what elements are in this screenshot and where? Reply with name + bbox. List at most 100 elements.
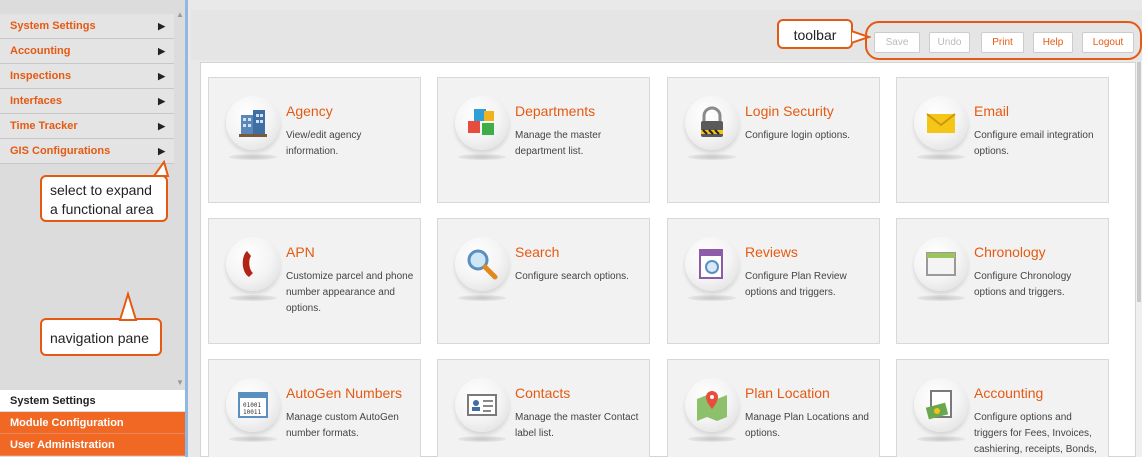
nav-item-gis-configurations[interactable]: GIS Configurations ▶	[0, 139, 174, 164]
phone-icon	[226, 237, 280, 291]
icon-shadow	[229, 154, 277, 160]
nav-section-user-administration[interactable]: User Administration	[0, 434, 185, 456]
card-title: Departments	[515, 103, 596, 119]
card-title: Reviews	[745, 244, 798, 260]
svg-text:01001: 01001	[243, 402, 261, 409]
scroll-down-icon[interactable]: ▼	[176, 378, 184, 387]
icon-shadow	[688, 295, 736, 301]
binary-numbers-icon: 01001 10011	[226, 378, 280, 432]
review-document-icon	[685, 237, 739, 291]
callout-nav-pointer	[118, 290, 138, 321]
main-scrollbar[interactable]	[1136, 62, 1142, 457]
nav-item-inspections[interactable]: Inspections ▶	[0, 64, 174, 89]
icon-shadow	[917, 295, 965, 301]
nav-item-system-settings[interactable]: System Settings ▶	[0, 14, 174, 39]
map-pin-icon	[685, 378, 739, 432]
card-description: Customize parcel and phone number appear…	[286, 271, 414, 314]
card-agency[interactable]: Agency View/edit agency information.	[208, 77, 421, 203]
nav-section-list: System Settings Module Configuration Use…	[0, 390, 185, 456]
chevron-right-icon: ▶	[158, 96, 165, 106]
cubes-icon	[455, 96, 509, 150]
nav-section-module-configuration[interactable]: Module Configuration	[0, 412, 185, 434]
card-description: Manage Plan Locations and options.	[745, 412, 869, 439]
card-title: AutoGen Numbers	[286, 385, 402, 401]
icon-shadow	[229, 436, 277, 442]
building-icon	[226, 96, 280, 150]
card-description: Manage custom AutoGen number formats.	[286, 412, 399, 439]
nav-item-interfaces[interactable]: Interfaces ▶	[0, 89, 174, 114]
callout-expand-pointer	[152, 160, 170, 177]
card-title: APN	[286, 244, 315, 260]
padlock-icon	[685, 96, 739, 150]
scroll-up-icon[interactable]: ▲	[176, 10, 184, 19]
card-email[interactable]: Email Configure email integration option…	[896, 77, 1109, 203]
nav-item-time-tracker[interactable]: Time Tracker ▶	[0, 114, 174, 139]
svg-text:10011: 10011	[243, 409, 261, 416]
card-reviews[interactable]: Reviews Configure Plan Review options an…	[667, 218, 880, 344]
nav-item-label: GIS Configurations	[10, 145, 111, 157]
icon-shadow	[458, 154, 506, 160]
callout-expand: select to expand a functional area	[40, 175, 168, 222]
card-title: Search	[515, 244, 560, 260]
card-search[interactable]: Search Configure search options.	[437, 218, 650, 344]
icon-shadow	[917, 154, 965, 160]
card-title: Chronology	[974, 244, 1046, 260]
nav-item-label: Interfaces	[10, 95, 62, 107]
card-accounting[interactable]: Accounting Configure options and trigger…	[896, 359, 1109, 457]
icon-shadow	[688, 436, 736, 442]
card-description: Configure Chronology options and trigger…	[974, 271, 1072, 298]
icon-shadow	[688, 154, 736, 160]
chevron-right-icon: ▶	[158, 71, 165, 81]
scroll-thumb[interactable]	[1137, 62, 1141, 302]
card-description: Manage the master Contact label list.	[515, 412, 639, 439]
help-button[interactable]: Help	[1033, 32, 1073, 53]
card-title: Agency	[286, 103, 333, 119]
chevron-right-icon: ▶	[158, 21, 165, 31]
card-title: Email	[974, 103, 1010, 119]
window-icon	[914, 237, 968, 291]
icon-shadow	[458, 295, 506, 301]
callout-toolbar: toolbar	[777, 19, 853, 49]
save-button[interactable]: Save	[874, 32, 920, 53]
nav-item-label: Time Tracker	[10, 120, 78, 132]
card-departments[interactable]: Departments Manage the master department…	[437, 77, 650, 203]
card-login-security[interactable]: Login Security Configure login options.	[667, 77, 880, 203]
card-description: Configure email integration options.	[974, 130, 1094, 157]
chevron-right-icon: ▶	[158, 121, 165, 131]
money-notepad-icon	[914, 378, 968, 432]
callout-navigation-pane: navigation pane	[40, 318, 162, 356]
card-description: Manage the master department list.	[515, 130, 602, 157]
card-contacts[interactable]: Contacts Manage the master Contact label…	[437, 359, 650, 457]
print-button[interactable]: Print	[981, 32, 1024, 53]
card-title: Accounting	[974, 385, 1044, 401]
icon-shadow	[229, 295, 277, 301]
magnifier-icon	[455, 237, 509, 291]
chevron-right-icon: ▶	[158, 46, 165, 56]
icon-shadow	[917, 436, 965, 442]
card-description: Configure options and triggers for Fees,…	[974, 412, 1097, 455]
card-autogen-numbers[interactable]: 01001 10011 AutoGen Numbers Manage custom…	[208, 359, 421, 457]
nav-item-label: Accounting	[10, 45, 71, 57]
card-chronology[interactable]: Chronology Configure Chronology options …	[896, 218, 1109, 344]
nav-section-system-settings[interactable]: System Settings	[0, 390, 185, 412]
card-description: Configure search options.	[515, 271, 629, 282]
card-title: Contacts	[515, 385, 571, 401]
undo-button[interactable]: Undo	[929, 32, 970, 53]
card-plan-location[interactable]: Plan Location Manage Plan Locations and …	[667, 359, 880, 457]
nav-item-label: Inspections	[10, 70, 72, 82]
logout-button[interactable]: Logout	[1082, 32, 1134, 53]
envelope-icon	[914, 96, 968, 150]
card-description: Configure Plan Review options and trigge…	[745, 271, 847, 298]
icon-shadow	[458, 436, 506, 442]
nav-menu: System Settings ▶ Accounting ▶ Inspectio…	[0, 14, 174, 164]
app-window: System Settings ▶ Accounting ▶ Inspectio…	[0, 0, 1142, 457]
nav-item-accounting[interactable]: Accounting ▶	[0, 39, 174, 64]
card-description: View/edit agency information.	[286, 130, 362, 157]
card-apn[interactable]: APN Customize parcel and phone number ap…	[208, 218, 421, 344]
navigation-pane: System Settings ▶ Accounting ▶ Inspectio…	[0, 0, 188, 457]
card-description: Configure login options.	[745, 130, 851, 141]
contact-card-icon	[455, 378, 509, 432]
card-title: Login Security	[745, 103, 834, 119]
nav-scrollbar[interactable]: ▲ ▼	[174, 10, 185, 387]
card-title: Plan Location	[745, 385, 830, 401]
